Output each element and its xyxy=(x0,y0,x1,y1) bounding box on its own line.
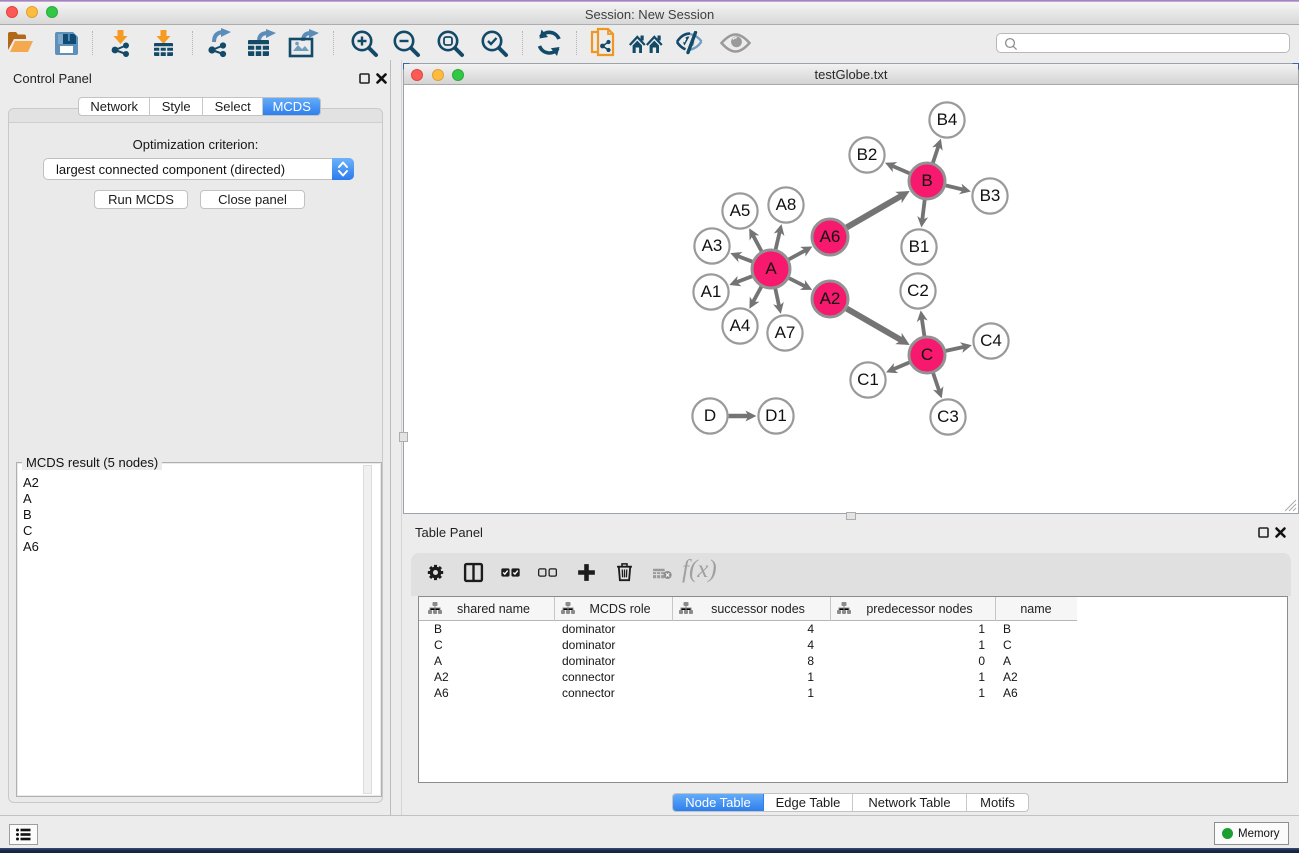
svg-text:B1: B1 xyxy=(909,237,930,256)
svg-text:C2: C2 xyxy=(907,281,929,300)
svg-text:B3: B3 xyxy=(980,186,1001,205)
svg-text:A3: A3 xyxy=(702,236,723,255)
svg-text:C3: C3 xyxy=(937,407,959,426)
svg-text:C: C xyxy=(921,345,933,364)
svg-text:A6: A6 xyxy=(820,227,841,246)
svg-text:A7: A7 xyxy=(775,323,796,342)
svg-text:A2: A2 xyxy=(820,289,841,308)
svg-text:B2: B2 xyxy=(857,145,878,164)
svg-text:A8: A8 xyxy=(776,195,797,214)
svg-text:D: D xyxy=(704,406,716,425)
svg-text:A5: A5 xyxy=(730,201,751,220)
svg-text:C1: C1 xyxy=(857,370,879,389)
svg-text:A1: A1 xyxy=(701,282,722,301)
svg-text:B4: B4 xyxy=(937,110,958,129)
svg-text:A4: A4 xyxy=(730,316,751,335)
svg-text:C4: C4 xyxy=(980,331,1002,350)
svg-text:B: B xyxy=(921,171,932,190)
svg-text:D1: D1 xyxy=(765,406,787,425)
svg-text:A: A xyxy=(765,259,777,278)
